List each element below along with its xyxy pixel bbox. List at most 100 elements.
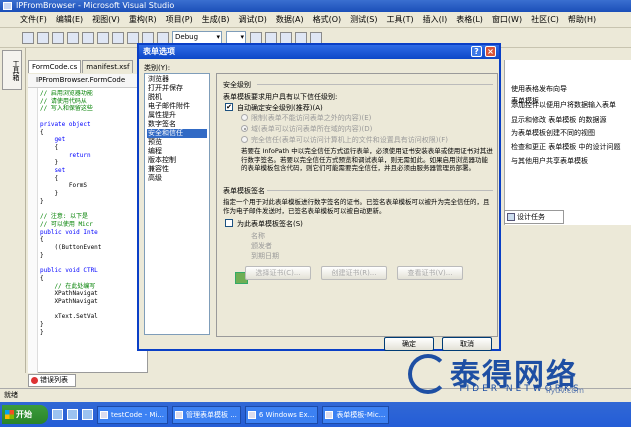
- ie-icon[interactable]: [52, 409, 63, 420]
- copy-icon[interactable]: [97, 31, 109, 44]
- category-list[interactable]: 浏览器 打开并保存 脱机 电子邮件附件 属性提升 数字签名 安全和信任 预览 编…: [144, 73, 210, 335]
- category-digital-signature[interactable]: 数字签名: [147, 120, 207, 129]
- start-button[interactable]: 开始: [2, 405, 48, 424]
- menu-tools[interactable]: 工具(T): [386, 14, 413, 25]
- category-compatibility[interactable]: 兼容性: [147, 165, 207, 174]
- code-line[interactable]: // 在此处编写: [40, 283, 150, 291]
- category-security-trust[interactable]: 安全和信任: [147, 129, 207, 138]
- code-line[interactable]: // 注意: 以下是: [40, 213, 150, 221]
- code-line[interactable]: xText.SetVal: [40, 313, 150, 321]
- menu-help[interactable]: 帮助(H): [568, 14, 596, 25]
- open-file-icon[interactable]: [37, 31, 49, 44]
- category-offline[interactable]: 脱机: [147, 93, 207, 102]
- menu-build[interactable]: 生成(B): [202, 14, 230, 25]
- error-list-tab[interactable]: 错误列表: [28, 374, 76, 387]
- code-line[interactable]: // 启用浏览器功能: [40, 90, 150, 98]
- code-line[interactable]: get: [40, 136, 150, 144]
- class-navigation-bar[interactable]: IPFromBrowser.FormCode: [28, 74, 148, 88]
- code-line[interactable]: public void CTRL: [40, 267, 150, 275]
- code-line[interactable]: }: [40, 198, 150, 206]
- create-certificate-button[interactable]: 创建证书(R)...: [321, 266, 387, 280]
- menu-file[interactable]: 文件(F): [20, 14, 47, 25]
- code-line[interactable]: {: [40, 236, 150, 244]
- object-browser-icon[interactable]: [310, 31, 322, 44]
- task-add-controls[interactable]: 添加控件以便用户将数据输入表单: [511, 100, 616, 110]
- help-icon[interactable]: ?: [471, 46, 482, 57]
- desktop-icon[interactable]: [67, 409, 78, 420]
- category-browser[interactable]: 浏览器: [147, 75, 207, 84]
- paste-icon[interactable]: [112, 31, 124, 44]
- code-line[interactable]: return: [40, 152, 150, 160]
- menu-table[interactable]: 表格(L): [456, 14, 483, 25]
- task-item-manage-templates[interactable]: 管理表单模板 ...: [172, 405, 241, 424]
- code-line[interactable]: FormS: [40, 182, 150, 190]
- task-item-explorer[interactable]: 6 Windows Ex...: [244, 405, 319, 424]
- category-email[interactable]: 电子邮件附件: [147, 102, 207, 111]
- menu-format[interactable]: 格式(O): [313, 14, 342, 25]
- code-line[interactable]: XPathNavigat: [40, 290, 150, 298]
- task-item-testcode[interactable]: testCode - Mi...: [97, 405, 168, 424]
- category-open-save[interactable]: 打开并保存: [147, 84, 207, 93]
- code-line[interactable]: {: [40, 129, 150, 137]
- window-title-bar[interactable]: IPFromBrowser - Microsoft Visual Studio: [0, 0, 631, 12]
- code-line[interactable]: }: [40, 321, 150, 329]
- task-item-form-template[interactable]: 表单模板-Mic...: [322, 405, 390, 424]
- menu-test[interactable]: 测试(S): [350, 14, 377, 25]
- category-versioning[interactable]: 版本控制: [147, 156, 207, 165]
- code-line[interactable]: XPathNavigat: [40, 298, 150, 306]
- auto-security-checkbox[interactable]: ✔: [225, 103, 233, 111]
- menu-view[interactable]: 视图(V): [92, 14, 120, 25]
- code-line[interactable]: [40, 113, 150, 121]
- task-data-source[interactable]: 显示和修改 表单模板 的数据源: [511, 115, 606, 125]
- find-icon[interactable]: [250, 31, 262, 44]
- code-line[interactable]: {: [40, 175, 150, 183]
- code-line[interactable]: private object: [40, 121, 150, 129]
- ok-button[interactable]: 确定: [384, 337, 434, 351]
- code-line[interactable]: {: [40, 275, 150, 283]
- restricted-radio[interactable]: [241, 114, 248, 121]
- menu-window[interactable]: 窗口(W): [492, 14, 522, 25]
- code-line[interactable]: }: [40, 159, 150, 167]
- category-preview[interactable]: 预览: [147, 138, 207, 147]
- code-line[interactable]: // 写入和保留这些: [40, 105, 150, 113]
- new-project-icon[interactable]: [22, 31, 34, 44]
- solution-explorer-icon[interactable]: [265, 31, 277, 44]
- category-advanced[interactable]: 高级: [147, 174, 207, 183]
- task-views[interactable]: 为表单模板创建不同的视图: [511, 128, 595, 138]
- select-certificate-button[interactable]: 选择证书(C)...: [245, 266, 311, 280]
- code-line[interactable]: }: [40, 190, 150, 198]
- code-line[interactable]: }: [40, 252, 150, 260]
- design-tasks-tab[interactable]: 设计任务: [504, 210, 564, 224]
- start-debug-icon[interactable]: [157, 31, 169, 44]
- domain-radio[interactable]: [241, 125, 248, 132]
- cut-icon[interactable]: [82, 31, 94, 44]
- menu-data[interactable]: 数据(A): [276, 14, 304, 25]
- code-line[interactable]: set: [40, 167, 150, 175]
- save-all-icon[interactable]: [67, 31, 79, 44]
- code-line[interactable]: }: [40, 329, 150, 337]
- save-icon[interactable]: [52, 31, 64, 44]
- sign-template-checkbox[interactable]: [225, 219, 233, 227]
- task-design-checker[interactable]: 检查和更正 表单模板 中的设计问题: [511, 142, 620, 152]
- category-programming[interactable]: 编程: [147, 147, 207, 156]
- toolbox-icon[interactable]: [295, 31, 307, 44]
- full-trust-radio[interactable]: [241, 136, 248, 143]
- code-line[interactable]: [40, 306, 150, 314]
- redo-icon[interactable]: [142, 31, 154, 44]
- dialog-title-bar[interactable]: 表单选项 ? ×: [139, 45, 499, 59]
- tab-manifest[interactable]: manifest.xsf: [82, 60, 134, 73]
- code-line[interactable]: ((ButtonEvent: [40, 244, 150, 252]
- menu-edit[interactable]: 编辑(E): [56, 14, 83, 25]
- menu-debug[interactable]: 调试(D): [238, 14, 266, 25]
- code-line[interactable]: public void Inte: [40, 229, 150, 237]
- code-line[interactable]: {: [40, 144, 150, 152]
- code-line[interactable]: [40, 259, 150, 267]
- menu-community[interactable]: 社区(C): [531, 14, 559, 25]
- tab-formcode[interactable]: FormCode.cs: [28, 60, 82, 73]
- toolbox-tab[interactable]: 工具箱: [2, 50, 22, 90]
- properties-icon[interactable]: [280, 31, 292, 44]
- view-certificate-button[interactable]: 查看证书(V)...: [397, 266, 463, 280]
- menu-refactor[interactable]: 重构(R): [129, 14, 157, 25]
- code-text[interactable]: // 启用浏览器功能// 请使用代码从// 写入和保留这些 private ob…: [40, 90, 150, 365]
- menu-insert[interactable]: 插入(I): [423, 14, 448, 25]
